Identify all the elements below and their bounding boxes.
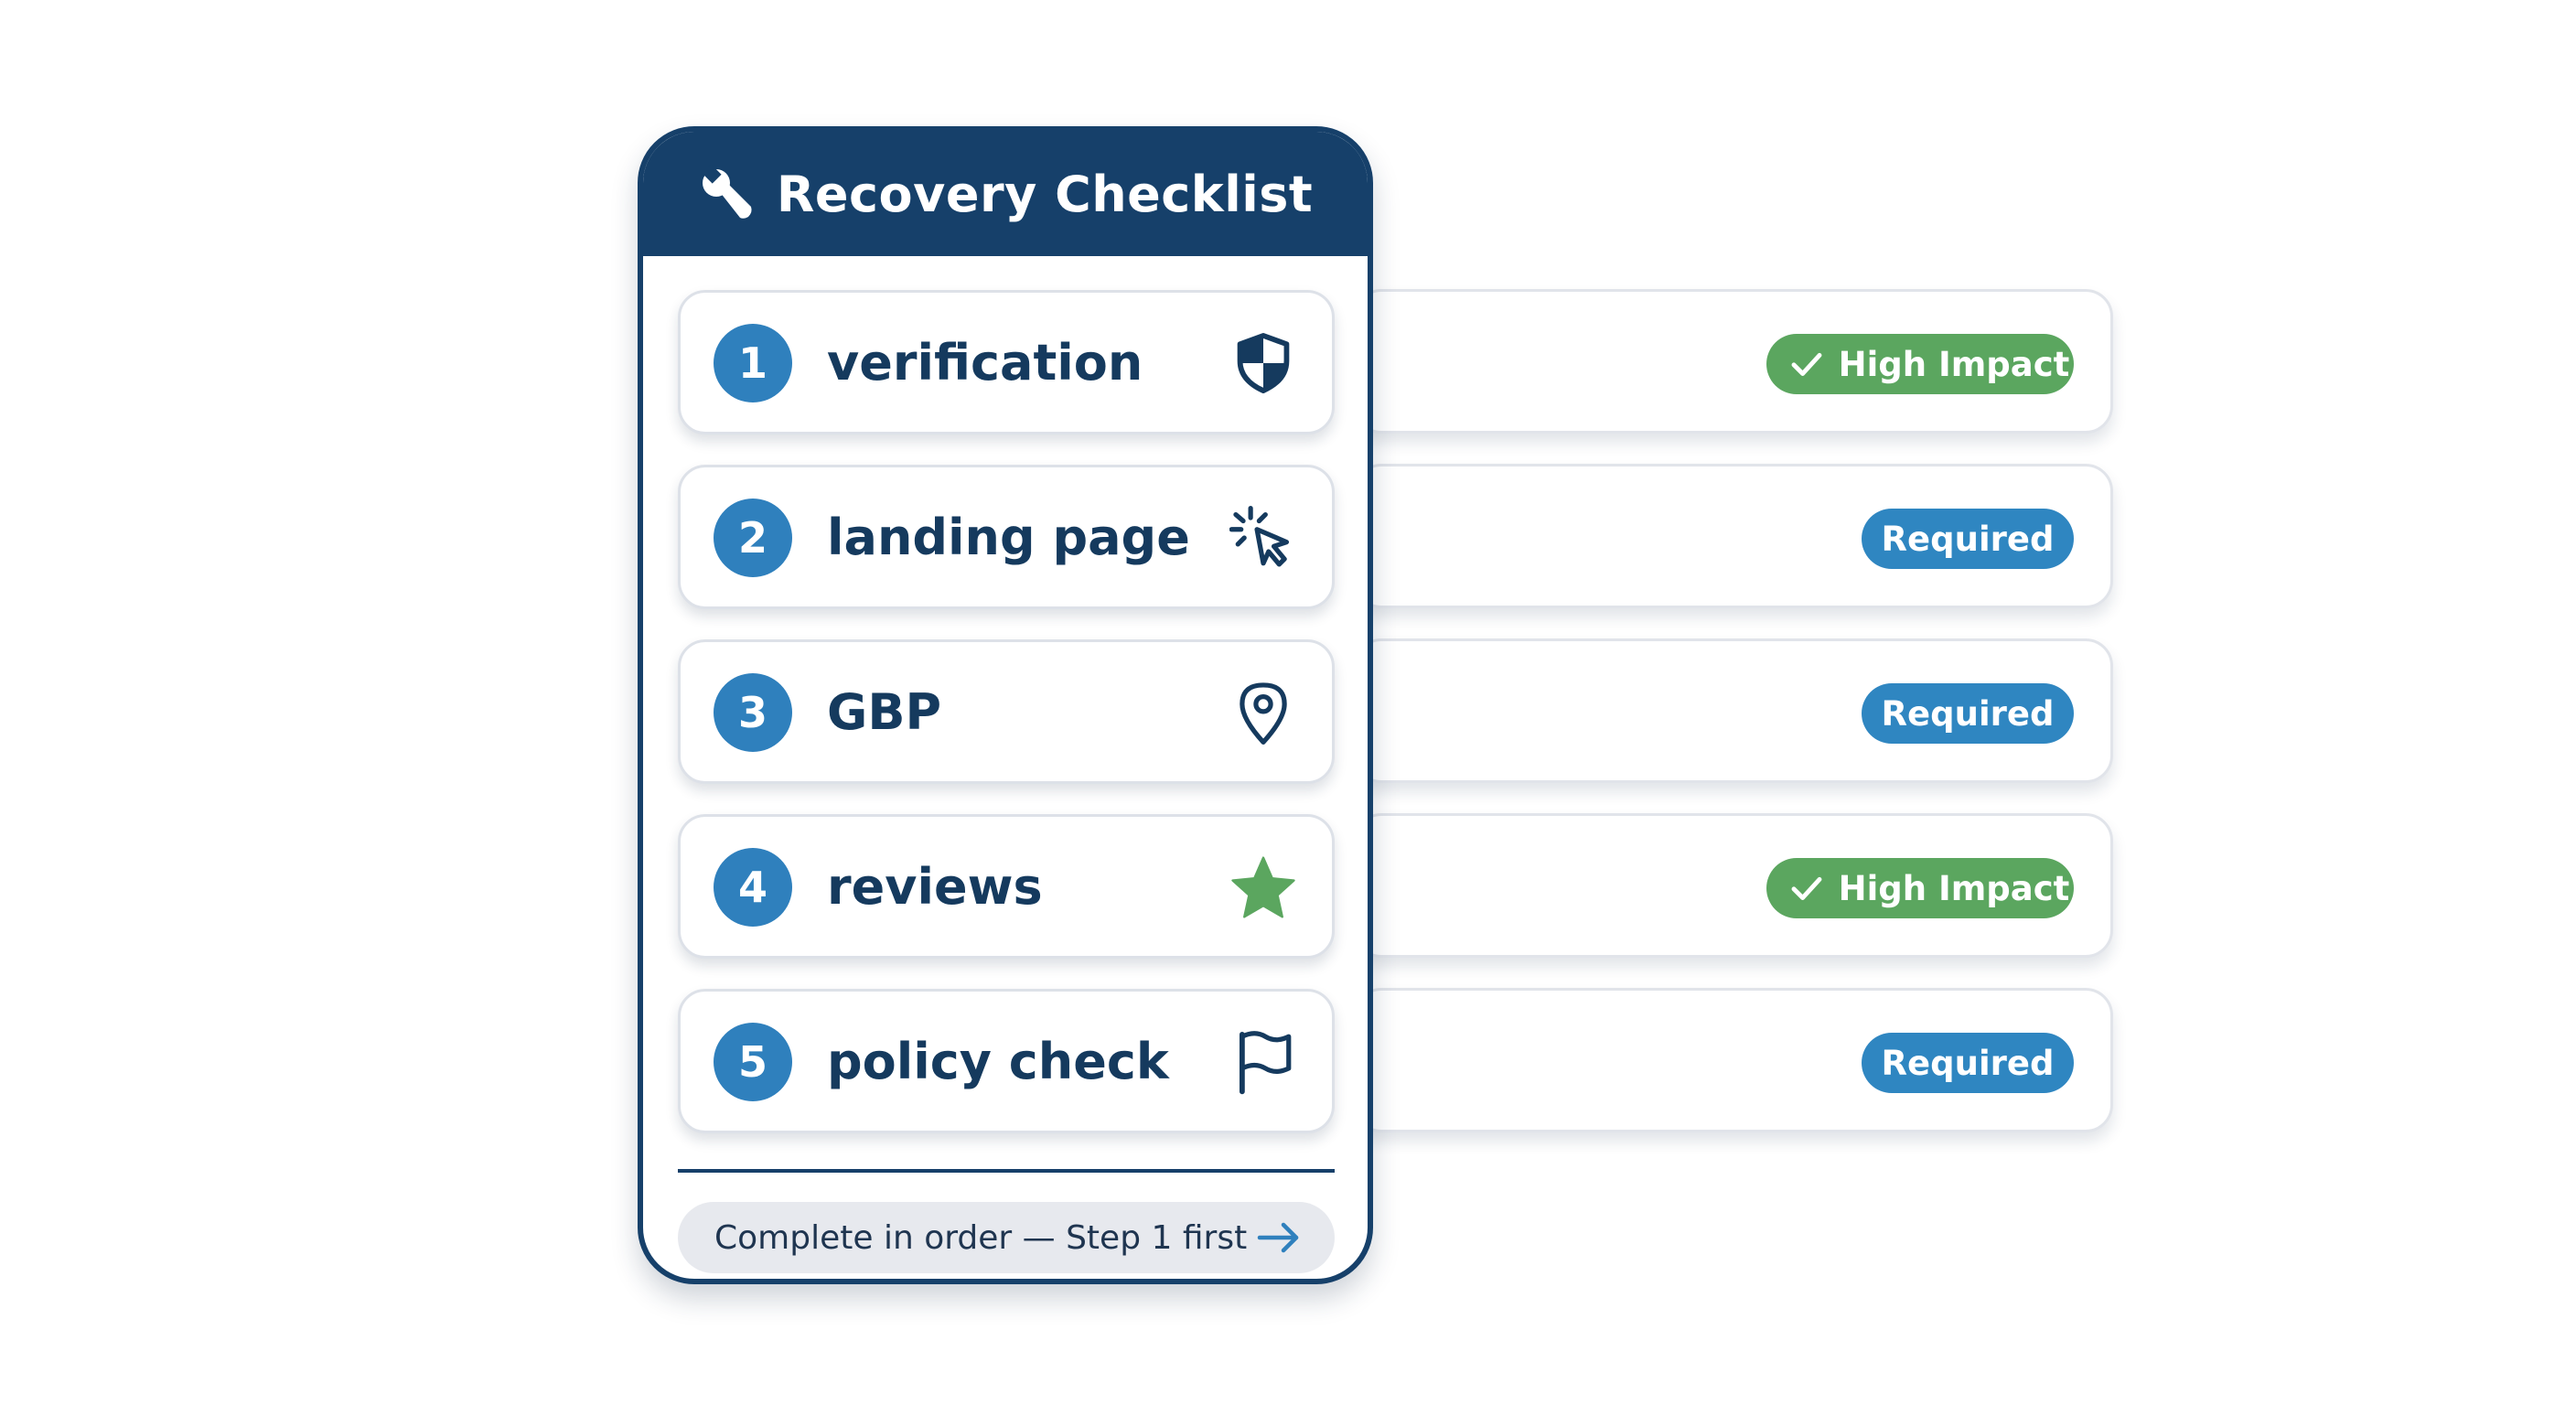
cursor-click-icon [1229, 506, 1290, 567]
badge-label: Required [1881, 693, 2055, 734]
flag-icon [1239, 1031, 1292, 1095]
high-impact-badge: High Impact [1766, 334, 2074, 394]
high-impact-badge: High Impact [1766, 858, 2074, 918]
badge-row-5: Required [1354, 988, 2113, 1132]
star-icon [1231, 856, 1295, 918]
step-verification[interactable]: 1 verification [678, 290, 1335, 434]
complete-in-order-hint[interactable]: Complete in order — Step 1 first [678, 1202, 1335, 1273]
check-icon [1791, 352, 1822, 376]
step-number: 1 [714, 324, 792, 402]
step-policy-check[interactable]: 5 policy check [678, 989, 1335, 1133]
badge-label: High Impact [1838, 344, 2070, 384]
step-number: 4 [714, 848, 792, 927]
required-badge: Required [1862, 1033, 2074, 1093]
badge-label: High Impact [1838, 868, 2070, 908]
step-label: verification [827, 333, 1143, 391]
step-number: 5 [714, 1023, 792, 1101]
check-icon [1791, 876, 1822, 900]
footer-text: Complete in order — Step 1 first [714, 1218, 1248, 1257]
wrench-icon [702, 165, 752, 219]
map-pin-icon [1240, 682, 1287, 745]
card-title: Recovery Checklist [776, 165, 1314, 223]
step-label: GBP [827, 682, 942, 741]
required-badge: Required [1862, 509, 2074, 569]
badge-row-4: High Impact [1354, 813, 2113, 958]
badge-row-2: Required [1354, 464, 2113, 608]
shield-icon [1237, 333, 1290, 393]
step-label: reviews [827, 857, 1043, 916]
arrow-right-icon [1257, 1222, 1299, 1253]
required-badge: Required [1862, 683, 2074, 744]
badge-row-1: High Impact [1354, 289, 2113, 434]
badge-row-3: Required [1354, 638, 2113, 783]
step-number: 3 [714, 673, 792, 752]
footer-divider [678, 1169, 1335, 1173]
step-reviews[interactable]: 4 reviews [678, 814, 1335, 959]
card-header: Recovery Checklist [643, 132, 1368, 256]
step-label: policy check [827, 1032, 1169, 1090]
step-number: 2 [714, 499, 792, 577]
stage: High Impact Required Required High Impac… [0, 0, 2576, 1405]
step-label: landing page [827, 508, 1190, 566]
step-gbp[interactable]: 3 GBP [678, 639, 1335, 784]
badge-label: Required [1881, 519, 2055, 559]
badge-label: Required [1881, 1043, 2055, 1083]
step-landing-page[interactable]: 2 landing page [678, 465, 1335, 609]
recovery-checklist-card: Recovery Checklist 1 verification 2 land… [638, 126, 1373, 1284]
